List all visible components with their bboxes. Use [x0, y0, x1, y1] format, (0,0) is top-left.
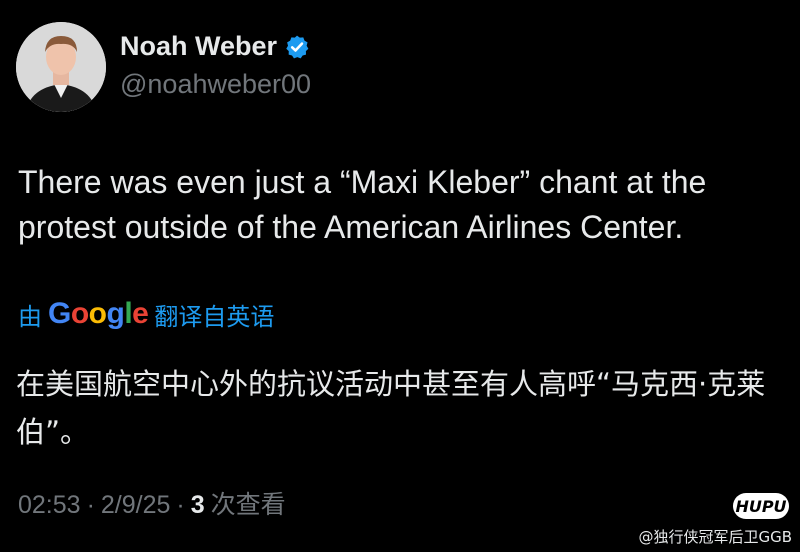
tweet-meta: 02:53 · 2/9/25 · 3 次查看 — [18, 485, 286, 521]
tweet-time[interactable]: 02:53 — [18, 491, 81, 520]
meta-separator: · — [176, 491, 185, 519]
author-name[interactable]: Noah Weber — [120, 31, 310, 62]
views-count[interactable]: 3 — [191, 491, 205, 520]
tweet-text: There was even just a “Maxi Kleber” chan… — [18, 164, 707, 245]
translated-text: 在美国航空中心外的抗议活动中甚至有人高呼“马克西·克莱伯”。 — [16, 367, 766, 449]
tweet-date[interactable]: 2/9/25 — [101, 491, 171, 520]
watermark: @独行侠冠军后卫GGB — [638, 528, 792, 546]
meta-separator: · — [86, 491, 95, 519]
hupu-logo-text: HUPU — [735, 496, 787, 516]
translate-attribution[interactable]: 由 Google 翻译自英语 — [18, 296, 274, 332]
google-logo: Google — [48, 297, 149, 330]
translate-prefix: 由 — [18, 303, 42, 331]
translate-suffix: 翻译自英语 — [154, 303, 275, 331]
verified-badge-icon — [284, 34, 310, 60]
avatar[interactable] — [16, 22, 106, 112]
views-label[interactable]: 次查看 — [211, 485, 286, 521]
hupu-logo: HUPU — [733, 493, 789, 519]
author-handle[interactable]: @noahweber00 — [120, 69, 311, 100]
author-name-text[interactable]: Noah Weber — [120, 31, 277, 62]
